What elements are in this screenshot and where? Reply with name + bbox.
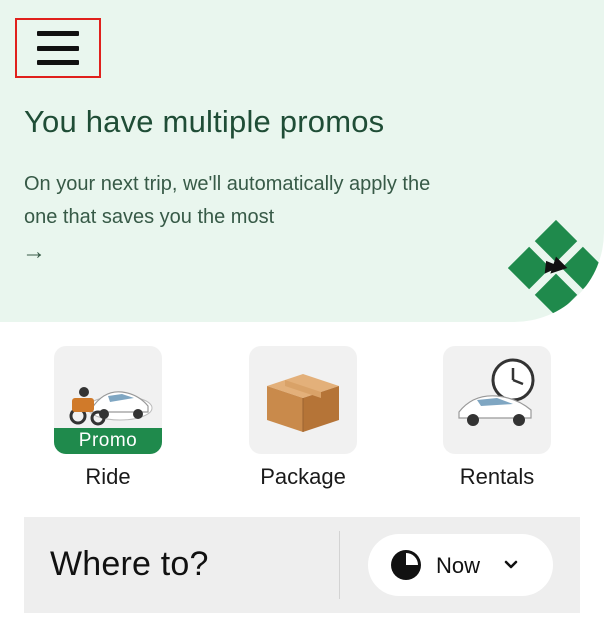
service-rentals[interactable]: Rentals [442,346,552,490]
rentals-tile [443,346,551,454]
schedule-now-label: Now [436,553,481,578]
service-package[interactable]: Package [248,346,358,490]
service-ride[interactable]: Promo Ride [53,346,163,490]
clock-icon [391,550,421,580]
promo-banner[interactable]: You have multiple promos On your next tr… [0,0,604,322]
service-label-ride: Ride [85,464,131,489]
schedule-now-button[interactable]: Now [368,534,553,596]
package-box-icon [267,374,339,432]
chevron-down-icon [504,560,518,569]
service-label-package: Package [260,464,346,489]
menu-button[interactable] [15,18,101,78]
where-to-search-bar[interactable]: Where to? Now [24,517,580,613]
search-divider [339,531,340,599]
car-with-clock-icon [458,358,535,426]
service-options: Promo Ride Package Rentals [0,346,604,496]
promo-description: On your next trip, we'll automatically a… [24,173,431,228]
ride-tile: Promo [54,346,162,454]
promo-arrow-icon[interactable]: → [22,238,46,266]
promo-graphic-icon [508,220,604,316]
hamburger-menu-icon [37,31,79,65]
package-tile [249,346,357,454]
promo-badge: Promo [54,428,162,454]
where-to-input[interactable]: Where to? [50,545,209,584]
promo-title: You have multiple promos [24,104,385,139]
service-label-rentals: Rentals [459,464,535,489]
